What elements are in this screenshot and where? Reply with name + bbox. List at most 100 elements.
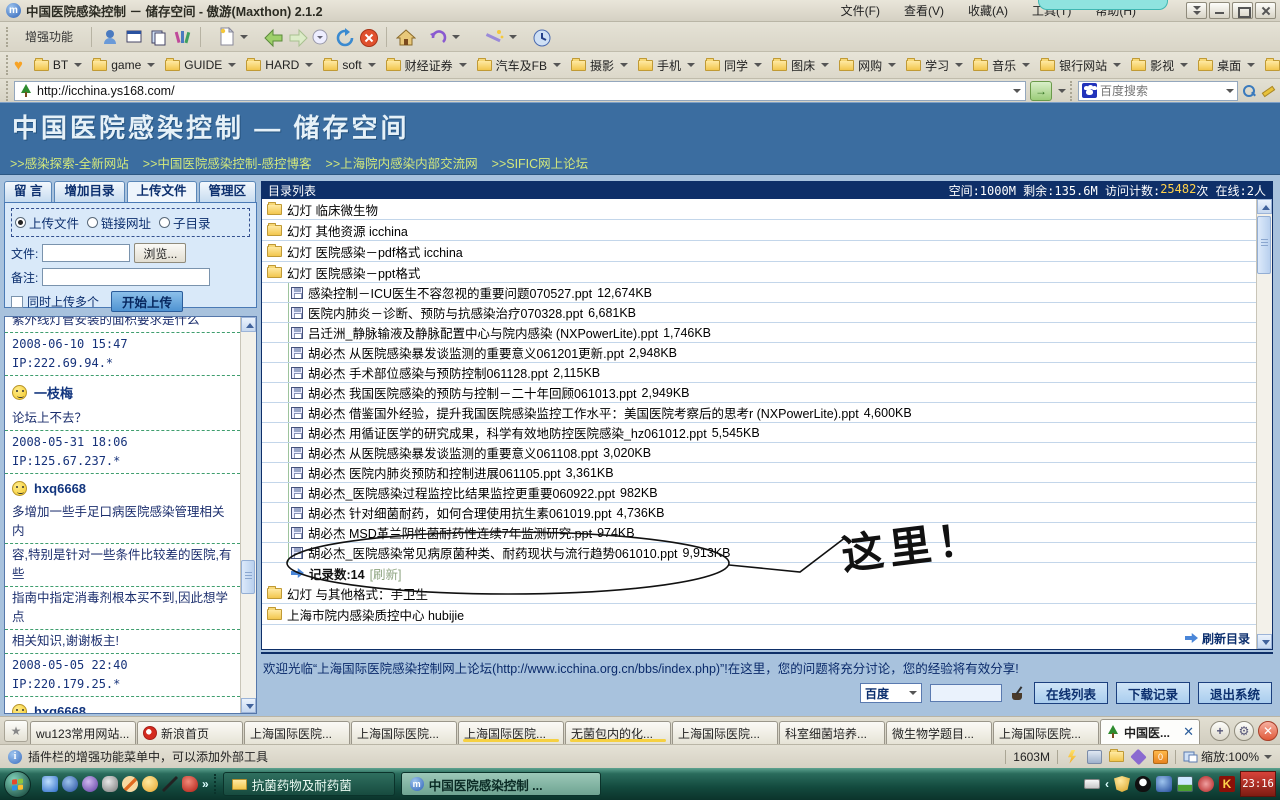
directory-row[interactable]: 感染控制－ICU医生不容忽视的重要问题070527.ppt 12,674KB: [262, 283, 1256, 303]
entry-name[interactable]: 幻灯 医院感染－pdf格式 icchina: [287, 242, 463, 261]
directory-row[interactable]: 上海市院内感染质控中心 hubijie: [262, 604, 1256, 625]
folder-icon[interactable]: [1109, 751, 1124, 762]
scroll-track[interactable]: [1257, 214, 1272, 634]
new-tab-button[interactable]: +: [1210, 721, 1230, 741]
bookmark-folder[interactable]: 影视: [1126, 54, 1193, 77]
favorites-heart-icon[interactable]: ♥: [14, 57, 23, 74]
entry-name[interactable]: 胡必杰 从医院感染暴发谈监测的重要意义061108.ppt: [308, 443, 598, 462]
bookmark-folder[interactable]: 网购: [834, 54, 901, 77]
directory-row[interactable]: 幻灯 其他资源 icchina: [262, 220, 1256, 241]
browser-tab[interactable]: 中国医... ✕: [1100, 719, 1200, 744]
entry-name[interactable]: 幻灯 医院感染－ppt格式: [287, 263, 420, 282]
new-page-caret[interactable]: [240, 35, 248, 39]
url-box[interactable]: [14, 81, 1026, 101]
back-icon[interactable]: [263, 28, 281, 46]
footer-button[interactable]: 下载记录: [1116, 682, 1190, 704]
kingsoft-icon[interactable]: K: [1219, 776, 1235, 792]
plugin-features-button[interactable]: 增强功能: [16, 25, 82, 49]
go-button[interactable]: →: [1030, 81, 1052, 101]
url-input[interactable]: [37, 84, 1007, 98]
nav-link[interactable]: >>中国医院感染控制-感控博客: [143, 153, 312, 172]
multi-upload-checkbox[interactable]: [11, 296, 23, 308]
directory-row[interactable]: 幻灯 医院感染－pdf格式 icchina: [262, 241, 1256, 262]
home-icon[interactable]: [396, 28, 414, 46]
sidebar-tab[interactable]: 管理区: [199, 181, 257, 202]
entry-name[interactable]: 胡必杰_医院感染过程监控比结果监控更重要060922.ppt: [308, 483, 615, 502]
entry-name[interactable]: 幻灯 临床微生物: [287, 200, 378, 219]
browser-tab[interactable]: 上海国际医院... ✕: [458, 721, 564, 744]
undo-button[interactable]: [420, 25, 469, 49]
maximize-button[interactable]: [1232, 2, 1253, 19]
bookmark-folder[interactable]: BT: [29, 55, 87, 75]
gear-icon[interactable]: [1198, 776, 1214, 792]
browse-button[interactable]: 浏览...: [134, 243, 186, 263]
sidebar-tab[interactable]: 上传文件: [127, 181, 197, 202]
entry-name[interactable]: 幻灯 与其他格式：手卫生: [287, 584, 428, 603]
bookmark-folder[interactable]: GUIDE: [160, 55, 241, 75]
boost-icon[interactable]: [1065, 750, 1080, 764]
browser-tab[interactable]: 微生物学题目... ✕: [886, 721, 992, 744]
browser-tab[interactable]: 上海国际医院... ✕: [993, 721, 1099, 744]
sidebar-tab[interactable]: 增加目录: [54, 181, 124, 202]
bookmark-folder[interactable]: 学习: [901, 54, 968, 77]
plugin-icon[interactable]: [1130, 748, 1146, 764]
directory-row[interactable]: 胡必杰_医院感染过程监控比结果监控更重要060922.ppt 982KB: [262, 483, 1256, 503]
task-button[interactable]: m 抗菌药物及耐药菌: [223, 772, 395, 796]
entry-name[interactable]: 胡必杰 针对细菌耐药，如何合理使用抗生素061019.ppt: [308, 503, 612, 522]
bookmarks-grip[interactable]: [6, 55, 8, 75]
start-button[interactable]: [4, 771, 31, 798]
upload-type-radio[interactable]: 子目录: [159, 213, 211, 232]
scroll-down-button[interactable]: [1257, 634, 1272, 649]
footer-search-input[interactable]: [930, 684, 1002, 702]
ink-pot-icon[interactable]: [1010, 686, 1026, 700]
bookmark-folder[interactable]: 图床: [767, 54, 834, 77]
more-quicklaunch-icon[interactable]: »: [202, 777, 209, 791]
favorites-star-button[interactable]: ★: [4, 720, 28, 742]
history-icon[interactable]: [532, 28, 550, 46]
engine-select[interactable]: 百度: [860, 683, 922, 703]
tray-collapse-icon[interactable]: ‹: [1105, 777, 1109, 791]
close-button[interactable]: [1255, 2, 1276, 19]
collapse-toolbar-button[interactable]: [1186, 2, 1207, 19]
entry-name[interactable]: 胡必杰 手术部位感染与预防控制061128.ppt: [308, 363, 548, 382]
entry-name[interactable]: 上海市院内感染质控中心 hubijie: [287, 605, 464, 624]
notes-icon[interactable]: [149, 28, 167, 46]
url-history-caret[interactable]: [1013, 89, 1021, 93]
keyboard-icon[interactable]: [1084, 779, 1100, 789]
bookmark-folder[interactable]: 同学: [700, 54, 767, 77]
printer-icon[interactable]: [1087, 750, 1102, 764]
footer-button[interactable]: 退出系统: [1198, 682, 1272, 704]
network-icon[interactable]: [1177, 776, 1193, 792]
sidebar-scrollbar[interactable]: [240, 317, 256, 713]
tab-close-icon[interactable]: ✕: [1183, 724, 1194, 740]
scroll-thumb[interactable]: [241, 560, 255, 594]
maxthon-tray-icon[interactable]: [1156, 776, 1172, 792]
bookmark-folder[interactable]: 手机: [633, 54, 700, 77]
search-grip[interactable]: [1070, 81, 1074, 101]
scroll-track[interactable]: [241, 332, 256, 698]
entry-name[interactable]: 幻灯 其他资源 icchina: [287, 221, 408, 240]
browser-tab[interactable]: 上海国际医院... ✕: [244, 721, 350, 744]
directory-row[interactable]: 吕迁洲_静脉输液及静脉配置中心与院内感染 (NXPowerLite).ppt 1…: [262, 323, 1256, 343]
refresh-icon[interactable]: [335, 28, 353, 46]
zoom-caret[interactable]: [1264, 755, 1272, 759]
stop-icon[interactable]: [359, 28, 377, 46]
directory-row[interactable]: 胡必杰 MSD革兰阴性菌耐药性连续7年监测研究.ppt 974KB: [262, 523, 1256, 543]
go-options-caret[interactable]: [1058, 89, 1066, 93]
bookmark-folder[interactable]: 音乐: [968, 54, 1035, 77]
refresh-link[interactable]: [刷新]: [370, 564, 402, 583]
bookmark-folder[interactable]: HARD: [241, 55, 318, 75]
shield-icon[interactable]: [1114, 776, 1130, 792]
qq-icon[interactable]: [1135, 776, 1151, 792]
bookmark-folder[interactable]: 财经证券: [381, 54, 472, 77]
scroll-up-button[interactable]: [1257, 199, 1272, 214]
entry-name[interactable]: 胡必杰 医院内肺炎预防和控制进展061105.ppt: [308, 463, 561, 482]
ribbon-icon[interactable]: [182, 776, 198, 792]
browser-tab[interactable]: 无菌包内的化... ✕: [565, 721, 671, 744]
refresh-directory-link[interactable]: 刷新目录: [1202, 630, 1250, 647]
search-box[interactable]: [1078, 81, 1238, 101]
scroll-thumb[interactable]: [1257, 216, 1271, 274]
directory-row[interactable]: 胡必杰 我国医院感染的预防与控制－二十年回顾061013.ppt 2,949KB: [262, 383, 1256, 403]
search-input[interactable]: [1100, 84, 1221, 98]
bookmark-folder[interactable]: 摄影: [566, 54, 633, 77]
